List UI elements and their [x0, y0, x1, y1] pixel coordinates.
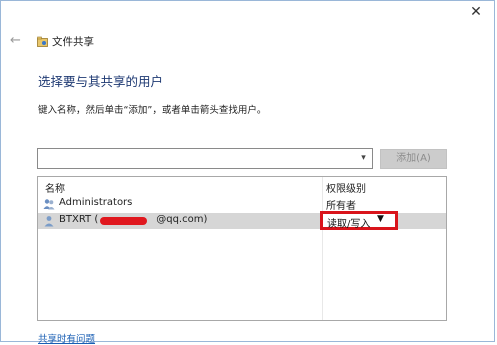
file-sharing-icon — [37, 36, 48, 47]
column-header-name[interactable]: 名称 — [45, 180, 65, 195]
redaction-mark — [100, 217, 147, 225]
close-button[interactable]: ✕ — [466, 3, 486, 21]
user-name: Administrators — [59, 197, 133, 208]
share-dialog: ✕ ← 文件共享 选择要与其共享的用户 键入名称，然后单击“添加”，或者单击箭头… — [0, 0, 495, 345]
instruction-text: 键入名称，然后单击“添加”，或者单击箭头查找用户。 — [38, 105, 267, 116]
permission-dropdown[interactable]: 读取/写入 ▼ — [320, 211, 398, 230]
user-name-prefix: BTXRT ( — [59, 214, 99, 225]
permission-level: 所有者 — [326, 201, 356, 212]
dropdown-arrow-icon[interactable]: ▼ — [377, 214, 384, 224]
column-header-permission[interactable]: 权限级别 — [326, 180, 366, 195]
list-item[interactable]: Administrators 所有者 — [38, 196, 446, 212]
user-name-input[interactable] — [40, 150, 354, 167]
back-arrow-icon[interactable]: ← — [10, 34, 26, 48]
window-title: 文件共享 — [52, 36, 94, 48]
user-permission-list[interactable]: 名称 权限级别 Administrators 所有者 BTXRT ( @qq.co… — [37, 176, 447, 321]
user-email-suffix: @qq.com) — [156, 214, 208, 225]
user-combobox[interactable]: ▾ — [37, 148, 373, 169]
group-icon — [43, 199, 55, 210]
permission-level: 读取/写入 — [327, 219, 371, 230]
page-heading: 选择要与其共享的用户 — [38, 74, 164, 89]
add-button[interactable]: 添加(A) — [380, 149, 447, 169]
user-icon — [44, 216, 54, 227]
help-link[interactable]: 共享时有问题 — [38, 331, 95, 345]
chevron-down-icon[interactable]: ▾ — [356, 150, 371, 167]
